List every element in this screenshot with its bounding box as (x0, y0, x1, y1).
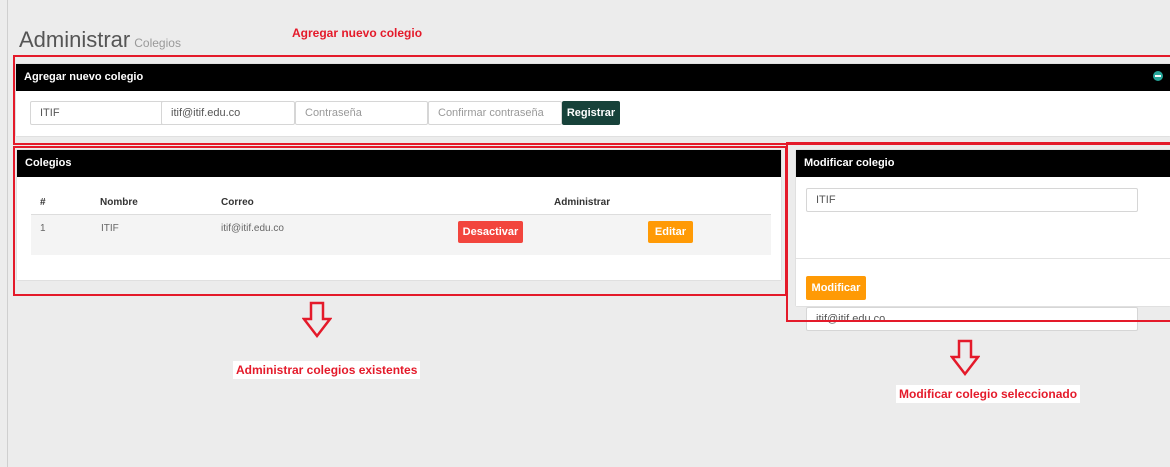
annotation-frame-add (13, 55, 1170, 145)
annotation-modify: Modificar colegio seleccionado (896, 385, 1081, 403)
annotation-frame-list (13, 146, 787, 296)
left-border (7, 0, 8, 467)
page-subtitle: Colegios (134, 36, 181, 50)
annotation-manage: Administrar colegios existentes (233, 361, 421, 379)
down-arrow-icon (302, 301, 332, 339)
down-arrow-icon (950, 339, 980, 377)
page-title-main: Administrar (19, 27, 131, 52)
page-title: Administrar Colegios (19, 27, 181, 53)
annotation-add: Agregar nuevo colegio (292, 26, 423, 40)
annotation-frame-edit (786, 142, 1170, 322)
